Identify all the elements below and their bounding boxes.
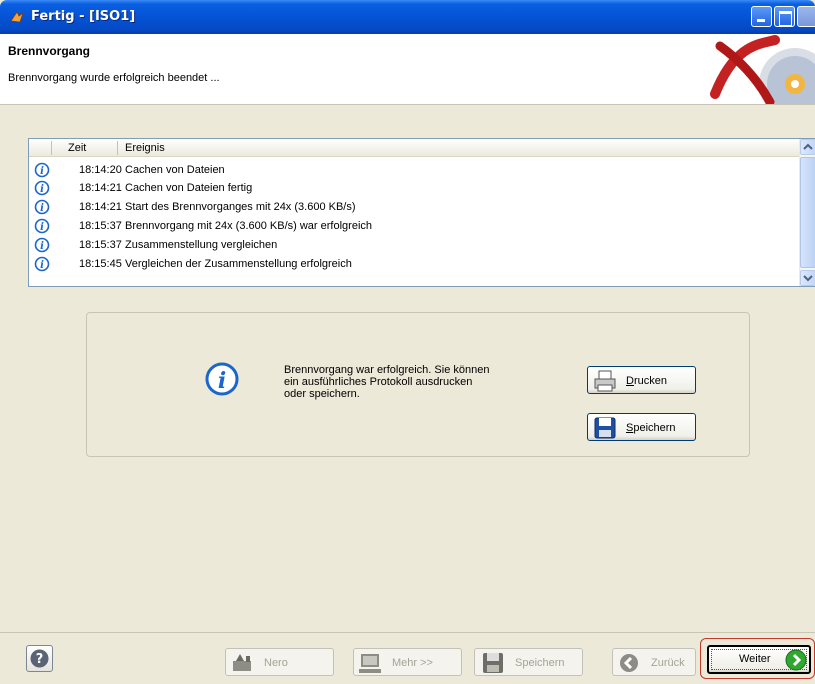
more-button[interactable]: Mehr >> (353, 648, 462, 676)
brand-logo (710, 35, 815, 104)
next-label: Weiter (739, 653, 771, 665)
info-icon: i (205, 362, 239, 396)
help-icon: ? (30, 649, 49, 668)
event-log-list[interactable]: Zeit Ereignis i 18:14:20 Cachen von Date… (28, 138, 815, 287)
log-time: 18:14:21 (79, 182, 122, 194)
result-panel: i Brennvorgang war erfolgreich. Sie könn… (86, 312, 750, 457)
vertical-scrollbar[interactable] (799, 139, 815, 286)
log-time: 18:15:45 (79, 258, 122, 270)
info-icon: i (34, 237, 50, 253)
nero-label: Nero (264, 657, 288, 669)
more-label: Mehr >> (392, 657, 433, 669)
minimize-button[interactable] (751, 6, 772, 27)
window-title: Fertig - [ISO1] (31, 9, 136, 24)
maximize-button[interactable] (774, 6, 795, 27)
log-time: 18:14:20 (79, 164, 122, 176)
svg-text:i: i (40, 184, 44, 195)
info-icon: i (34, 199, 50, 215)
svg-text:?: ? (36, 652, 44, 667)
log-time: 18:14:21 (79, 201, 122, 213)
log-row[interactable]: i 18:15:37 Zusammenstellung vergleichen (29, 236, 801, 255)
column-header-event[interactable]: Ereignis (125, 142, 165, 154)
result-message: Brennvorgang war erfolgreich. Sie können… (284, 364, 490, 400)
title-bar: Fertig - [ISO1] (0, 0, 815, 34)
wizard-header: Brennvorgang Brennvorgang wurde erfolgre… (0, 34, 815, 105)
log-event: Brennvorgang mit 24x (3.600 KB/s) war er… (125, 220, 373, 232)
nero-icon (233, 654, 251, 671)
computer-icon (359, 654, 381, 673)
help-button[interactable]: ? (26, 645, 53, 672)
chevron-down-icon (803, 275, 813, 282)
info-icon: i (34, 256, 50, 272)
app-icon (10, 11, 24, 23)
svg-text:i: i (40, 166, 44, 177)
wizard-footer: ? Nero Mehr >> Speichern Zurück Weiter (0, 632, 815, 684)
log-row[interactable]: i 18:14:20 Cachen von Dateien (29, 161, 801, 180)
svg-text:i: i (218, 368, 226, 394)
arrow-left-icon (620, 654, 638, 672)
floppy-disk-icon (594, 417, 616, 439)
log-row[interactable]: i 18:14:21 Start des Brennvorganges mit … (29, 198, 801, 217)
column-separator (51, 141, 52, 155)
printer-icon (594, 370, 616, 392)
log-event: Start des Brennvorganges mit 24x (3.600 … (125, 201, 356, 213)
print-label: rucken (633, 375, 667, 387)
next-button[interactable]: Weiter (707, 645, 811, 674)
back-label: Zurück (651, 657, 685, 669)
log-event: Cachen von Dateien (125, 164, 225, 176)
log-event: Vergleichen der Zusammenstellung erfolgr… (125, 258, 352, 270)
info-icon: i (34, 162, 50, 178)
scroll-down-button[interactable] (800, 270, 815, 286)
log-time: 18:15:37 (79, 239, 122, 251)
column-separator (117, 141, 118, 155)
svg-text:i: i (40, 222, 44, 233)
print-button[interactable]: Drucken (587, 366, 696, 394)
info-icon: i (34, 180, 50, 196)
column-header-time[interactable]: Zeit (68, 142, 86, 154)
log-row[interactable]: i 18:15:45 Vergleichen der Zusammenstell… (29, 255, 801, 274)
print-mnemonic: D (626, 375, 634, 387)
log-event: Cachen von Dateien fertig (125, 182, 253, 194)
svg-text:i: i (40, 260, 44, 271)
log-row[interactable]: i 18:15:37 Brennvorgang mit 24x (3.600 K… (29, 217, 801, 236)
svg-text:i: i (40, 241, 44, 252)
page-title: Brennvorgang (8, 44, 91, 58)
save-log-button[interactable]: Speichern (587, 413, 696, 441)
log-header: Zeit Ereignis (29, 139, 801, 157)
log-event: Zusammenstellung vergleichen (125, 239, 278, 251)
floppy-disk-icon (483, 653, 503, 673)
scroll-up-button[interactable] (800, 139, 815, 155)
chevron-up-icon (803, 143, 813, 150)
save-project-button[interactable]: Speichern (474, 648, 583, 676)
arrow-right-icon (785, 649, 807, 671)
save-project-label: Speichern (515, 657, 565, 669)
scroll-thumb[interactable] (800, 157, 815, 268)
log-row[interactable]: i 18:14:21 Cachen von Dateien fertig (29, 179, 801, 198)
save-label: peichern (633, 422, 676, 434)
info-icon: i (34, 218, 50, 234)
back-button[interactable]: Zurück (612, 648, 696, 676)
nero-button[interactable]: Nero (225, 648, 334, 676)
close-button[interactable] (797, 6, 815, 27)
page-subtitle: Brennvorgang wurde erfolgreich beendet .… (8, 72, 220, 84)
svg-text:i: i (40, 203, 44, 214)
log-time: 18:15:37 (79, 220, 122, 232)
